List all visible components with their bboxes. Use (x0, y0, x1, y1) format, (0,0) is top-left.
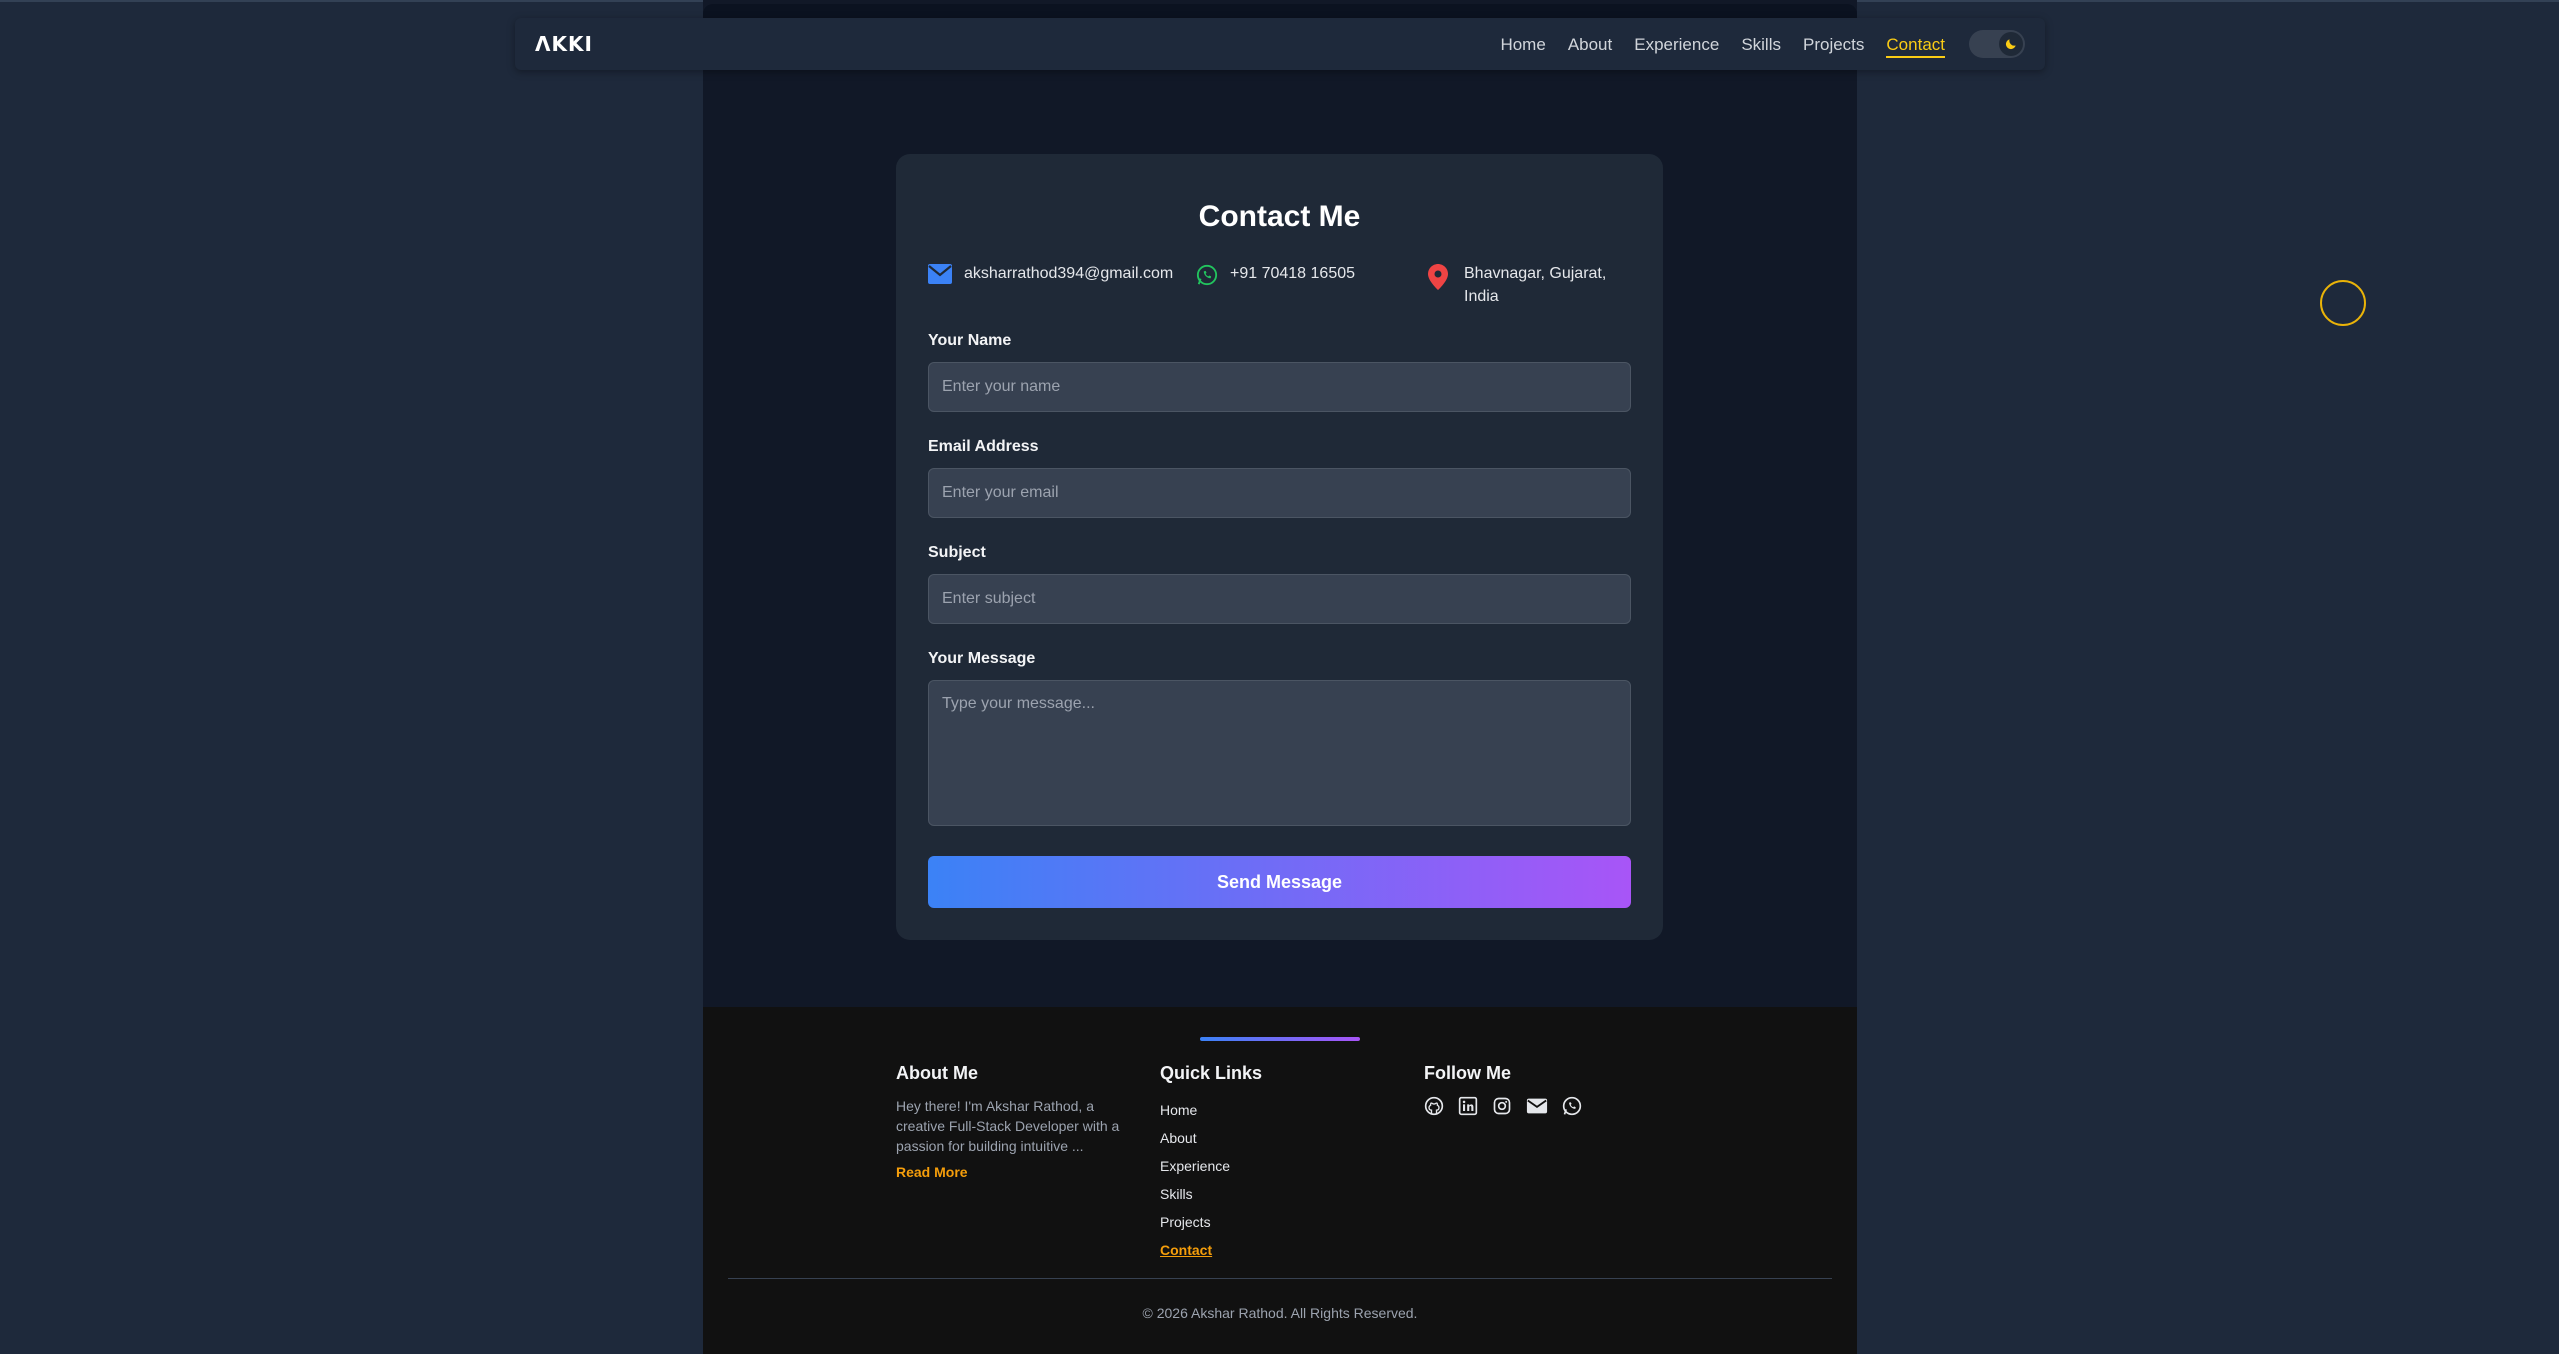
whatsapp-icon[interactable] (1562, 1096, 1582, 1116)
contact-phone[interactable]: +91 70418 16505 (1196, 262, 1355, 286)
footer-accent-bar (1200, 1037, 1360, 1041)
theme-toggle[interactable] (1969, 30, 2025, 58)
instagram-icon[interactable] (1492, 1096, 1512, 1116)
nav-link-home[interactable]: Home (1500, 34, 1545, 58)
footer-link-home[interactable]: Home (1160, 1096, 1262, 1124)
footer-link-projects[interactable]: Projects (1160, 1208, 1262, 1236)
nav-link-about[interactable]: About (1568, 34, 1612, 58)
moon-icon (2005, 39, 2016, 50)
nav-link-experience[interactable]: Experience (1634, 34, 1719, 58)
cursor-follower-ring (2320, 280, 2366, 326)
location-pin-icon (1428, 264, 1448, 290)
mail-icon[interactable] (1526, 1096, 1548, 1116)
theme-toggle-knob (1999, 32, 2023, 56)
nav-link-skills[interactable]: Skills (1741, 34, 1781, 58)
copyright-text: © 2026 Akshar Rathod. All Rights Reserve… (1142, 1305, 1418, 1321)
footer-link-about[interactable]: About (1160, 1124, 1262, 1152)
footer-quick-links: Quick Links Home About Experience Skills… (1160, 1063, 1262, 1264)
contact-title: Contact Me (1198, 200, 1361, 233)
footer-links-list: Home About Experience Skills Projects Co… (1160, 1096, 1262, 1264)
email-label: Email Address (928, 438, 1039, 455)
column-top-edge (703, 4, 1857, 18)
footer-about: About Me Hey there! I'm Akshar Rathod, a… (896, 1063, 1121, 1182)
footer-follow-heading: Follow Me (1424, 1063, 1511, 1083)
nav-links: Home About Experience Skills Projects Co… (1478, 34, 1945, 58)
email-input[interactable] (928, 468, 1631, 518)
name-label: Your Name (928, 332, 1012, 349)
social-icons (1424, 1096, 1582, 1116)
footer-about-text: Hey there! I'm Akshar Rathod, a creative… (896, 1098, 1120, 1154)
contact-email-text: aksharrathod394@gmail.com (964, 265, 1174, 282)
send-message-button[interactable]: Send Message (928, 856, 1631, 908)
nav-link-projects[interactable]: Projects (1803, 34, 1864, 58)
contact-card: Contact Me aksharrathod394@gmail.com +91… (896, 154, 1663, 940)
footer-divider (728, 1278, 1832, 1279)
name-input[interactable] (928, 362, 1631, 412)
footer-link-skills[interactable]: Skills (1160, 1180, 1262, 1208)
linkedin-icon[interactable] (1458, 1096, 1478, 1116)
subject-label: Subject (928, 544, 986, 561)
contact-info-row: aksharrathod394@gmail.com +91 70418 1650… (928, 262, 1631, 312)
github-icon[interactable] (1424, 1096, 1444, 1116)
message-textarea[interactable] (928, 680, 1631, 826)
nav-link-contact[interactable]: Contact (1886, 34, 1945, 58)
footer-quick-heading: Quick Links (1160, 1063, 1263, 1083)
contact-location-line2: India (1464, 288, 1499, 305)
contact-location: Bhavnagar, Gujarat, India (1428, 262, 1606, 308)
footer: About Me Hey there! I'm Akshar Rathod, a… (703, 1007, 1857, 1354)
site-logo[interactable]: ΛKKI (535, 32, 593, 56)
footer-link-experience[interactable]: Experience (1160, 1152, 1262, 1180)
contact-email[interactable]: aksharrathod394@gmail.com (928, 262, 1173, 285)
mail-icon (928, 264, 952, 284)
whatsapp-icon (1196, 264, 1218, 286)
subject-input[interactable] (928, 574, 1631, 624)
navbar: ΛKKI Home About Experience Skills Projec… (515, 18, 2045, 70)
read-more-link[interactable]: Read More (896, 1164, 968, 1180)
footer-follow: Follow Me (1424, 1063, 1582, 1116)
contact-location-line1: Bhavnagar, Gujarat, (1464, 265, 1607, 282)
contact-phone-text: +91 70418 16505 (1230, 265, 1356, 282)
footer-link-contact[interactable]: Contact (1160, 1236, 1262, 1264)
message-label: Your Message (928, 650, 1036, 667)
footer-about-heading: About Me (896, 1063, 978, 1083)
